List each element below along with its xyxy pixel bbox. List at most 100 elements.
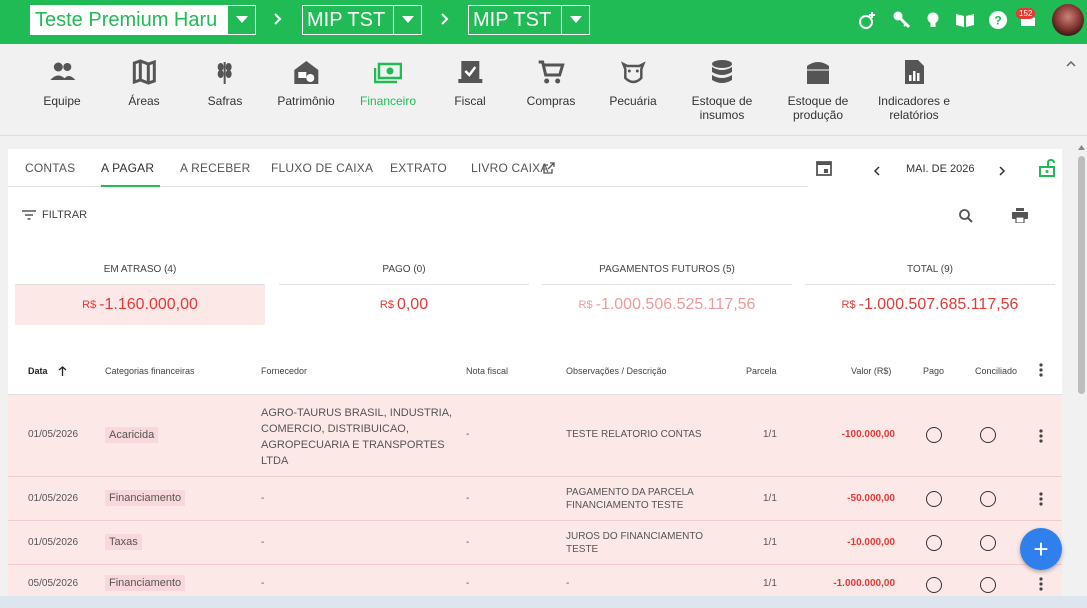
col-installment[interactable]: Parcela xyxy=(746,366,777,376)
more-vert-icon[interactable] xyxy=(1039,363,1043,379)
module-compras[interactable]: Compras xyxy=(527,58,575,108)
summary-amount: -1.160.000,00 xyxy=(99,296,198,313)
summary-label: PAGAMENTOS FUTUROS (5) xyxy=(542,265,792,285)
scrollbar[interactable] xyxy=(1076,142,1087,608)
module-pecuaria[interactable]: Pecuária xyxy=(609,58,657,108)
search-icon[interactable] xyxy=(959,209,973,228)
paid-toggle[interactable] xyxy=(926,535,942,551)
season-select[interactable]: MIP TST xyxy=(468,5,590,35)
tab-a-pagar[interactable]: A PAGAR xyxy=(101,161,154,175)
row-notes: - xyxy=(566,578,570,589)
summary-future[interactable]: PAGAMENTOS FUTUROS (5) R$ -1.000.506.525.… xyxy=(542,265,792,325)
row-notes: TESTE RELATORIO CONTAS xyxy=(566,429,702,440)
farm-select[interactable]: MIP TST xyxy=(302,5,422,35)
external-link-icon[interactable] xyxy=(543,161,555,179)
module-label: Indicadores e relatórios xyxy=(877,94,951,122)
calendar-icon[interactable] xyxy=(816,160,832,181)
avatar[interactable] xyxy=(1052,4,1084,36)
summary-overdue[interactable]: EM ATRASO (4) R$ -1.160.000,00 xyxy=(15,265,265,325)
col-value[interactable]: Valor (R$) xyxy=(851,366,891,376)
summary-currency: R$ xyxy=(578,299,593,311)
sort-arrow-up-icon[interactable] xyxy=(58,366,67,378)
paid-toggle[interactable] xyxy=(926,577,942,593)
filter-button[interactable]: FILTRAR xyxy=(22,209,87,221)
season-select-value: MIP TST xyxy=(473,8,552,31)
summary-amount: -1.000.506.525.117,56 xyxy=(595,296,756,313)
tab-extrato[interactable]: EXTRATO xyxy=(390,161,447,175)
chevron-left-icon[interactable] xyxy=(873,163,880,181)
reconciled-toggle[interactable] xyxy=(980,427,996,443)
reconciled-toggle[interactable] xyxy=(980,491,996,507)
lightbulb-icon[interactable] xyxy=(923,10,943,30)
more-vert-icon[interactable] xyxy=(1039,577,1043,594)
row-installment: 1/1 xyxy=(763,429,777,440)
col-notes[interactable]: Observações / Descrição xyxy=(566,366,667,376)
chevron-down-icon xyxy=(227,6,255,34)
module-fiscal[interactable]: Fiscal xyxy=(454,58,486,108)
team-icon xyxy=(48,58,76,86)
more-vert-icon[interactable] xyxy=(1039,429,1043,446)
module-areas[interactable]: Áreas xyxy=(128,58,160,108)
row-value: -100.000,00 xyxy=(841,429,895,440)
more-vert-icon[interactable] xyxy=(1039,492,1043,509)
module-label: Safras xyxy=(207,94,243,108)
cow-icon xyxy=(619,58,647,86)
module-indicadores[interactable]: Indicadores e relatórios xyxy=(869,58,959,122)
add-button[interactable]: + xyxy=(1020,528,1062,570)
wheat-icon xyxy=(211,58,239,86)
tab-livro-caixa[interactable]: LIVRO CAIXA xyxy=(471,161,549,175)
module-patrimonio[interactable]: Patrimônio xyxy=(277,58,335,108)
summary-total[interactable]: TOTAL (9) R$ -1.000.507.685.117,56 xyxy=(805,265,1055,325)
row-invoice: - xyxy=(466,578,470,589)
scrollbar-thumb[interactable] xyxy=(1078,156,1085,394)
reconciled-toggle[interactable] xyxy=(980,577,996,593)
pest-icon[interactable] xyxy=(858,10,878,30)
filter-icon xyxy=(22,210,36,220)
key-icon[interactable] xyxy=(892,10,912,30)
col-supplier[interactable]: Fornecedor xyxy=(261,366,307,376)
tab-a-receber[interactable]: A RECEBER xyxy=(180,161,251,175)
reconciled-toggle[interactable] xyxy=(980,535,996,551)
summary-amount: 0,00 xyxy=(396,296,429,313)
account-select[interactable]: Teste Premium Haru xyxy=(30,5,256,35)
paid-toggle[interactable] xyxy=(926,427,942,443)
help-icon[interactable]: ? xyxy=(988,10,1008,30)
summary-value: R$ -1.000.506.525.117,56 xyxy=(542,285,792,325)
row-date: 01/05/2026 xyxy=(28,537,79,548)
cart-icon xyxy=(537,58,566,86)
col-invoice[interactable]: Nota fiscal xyxy=(466,366,508,376)
module-financeiro[interactable]: Financeiro xyxy=(360,58,416,108)
row-notes: PAGAMENTO DA PARCELA FINANCIAMENTO TESTE xyxy=(566,487,694,511)
module-estoque-producao[interactable]: Estoque de produção xyxy=(778,58,858,122)
col-reconciled[interactable]: Conciliado xyxy=(975,366,1017,376)
module-equipe[interactable]: Equipe xyxy=(43,58,81,108)
summary-paid[interactable]: PAGO (0) R$ 0,00 xyxy=(279,265,529,325)
summary-label: PAGO (0) xyxy=(279,265,529,285)
farm-select-value: MIP TST xyxy=(307,8,386,31)
col-paid[interactable]: Pago xyxy=(923,366,944,376)
collapse-chevron-up-icon[interactable] xyxy=(1066,56,1076,70)
module-safras[interactable]: Safras xyxy=(207,58,243,108)
paid-toggle[interactable] xyxy=(926,491,942,507)
module-label: Estoque de produção xyxy=(787,94,849,122)
unlock-icon[interactable] xyxy=(1039,158,1055,182)
silo-icon xyxy=(804,58,832,86)
table-row[interactable]: 01/05/2026 Acaricida AGRO-TAURUS BRASIL,… xyxy=(8,395,1062,477)
row-installment: 1/1 xyxy=(763,578,777,589)
tab-fluxo-de-caixa[interactable]: FLUXO DE CAIXA xyxy=(271,161,373,175)
tab-contas[interactable]: CONTAS xyxy=(25,161,75,175)
module-bar: Equipe Áreas Safras Patrimônio Financeir… xyxy=(0,44,1087,136)
table-row[interactable]: 01/05/2026 Taxas - - JUROS DO FINANCIAME… xyxy=(8,521,1062,565)
row-category: Acaricida xyxy=(105,427,159,443)
module-label: Fiscal xyxy=(454,94,486,108)
module-estoque-insumos[interactable]: Estoque de insumos xyxy=(682,58,762,122)
print-icon[interactable] xyxy=(1012,208,1028,228)
col-category[interactable]: Categorias financeiras xyxy=(105,366,195,376)
table-row[interactable]: 01/05/2026 Financiamento - - PAGAMENTO D… xyxy=(8,477,1062,521)
database-icon xyxy=(708,58,736,86)
chevron-right-icon[interactable] xyxy=(999,163,1006,181)
active-tab-indicator xyxy=(101,185,160,187)
map-book-icon[interactable] xyxy=(955,10,975,30)
col-date[interactable]: Data xyxy=(28,366,48,376)
row-invoice: - xyxy=(466,493,470,504)
